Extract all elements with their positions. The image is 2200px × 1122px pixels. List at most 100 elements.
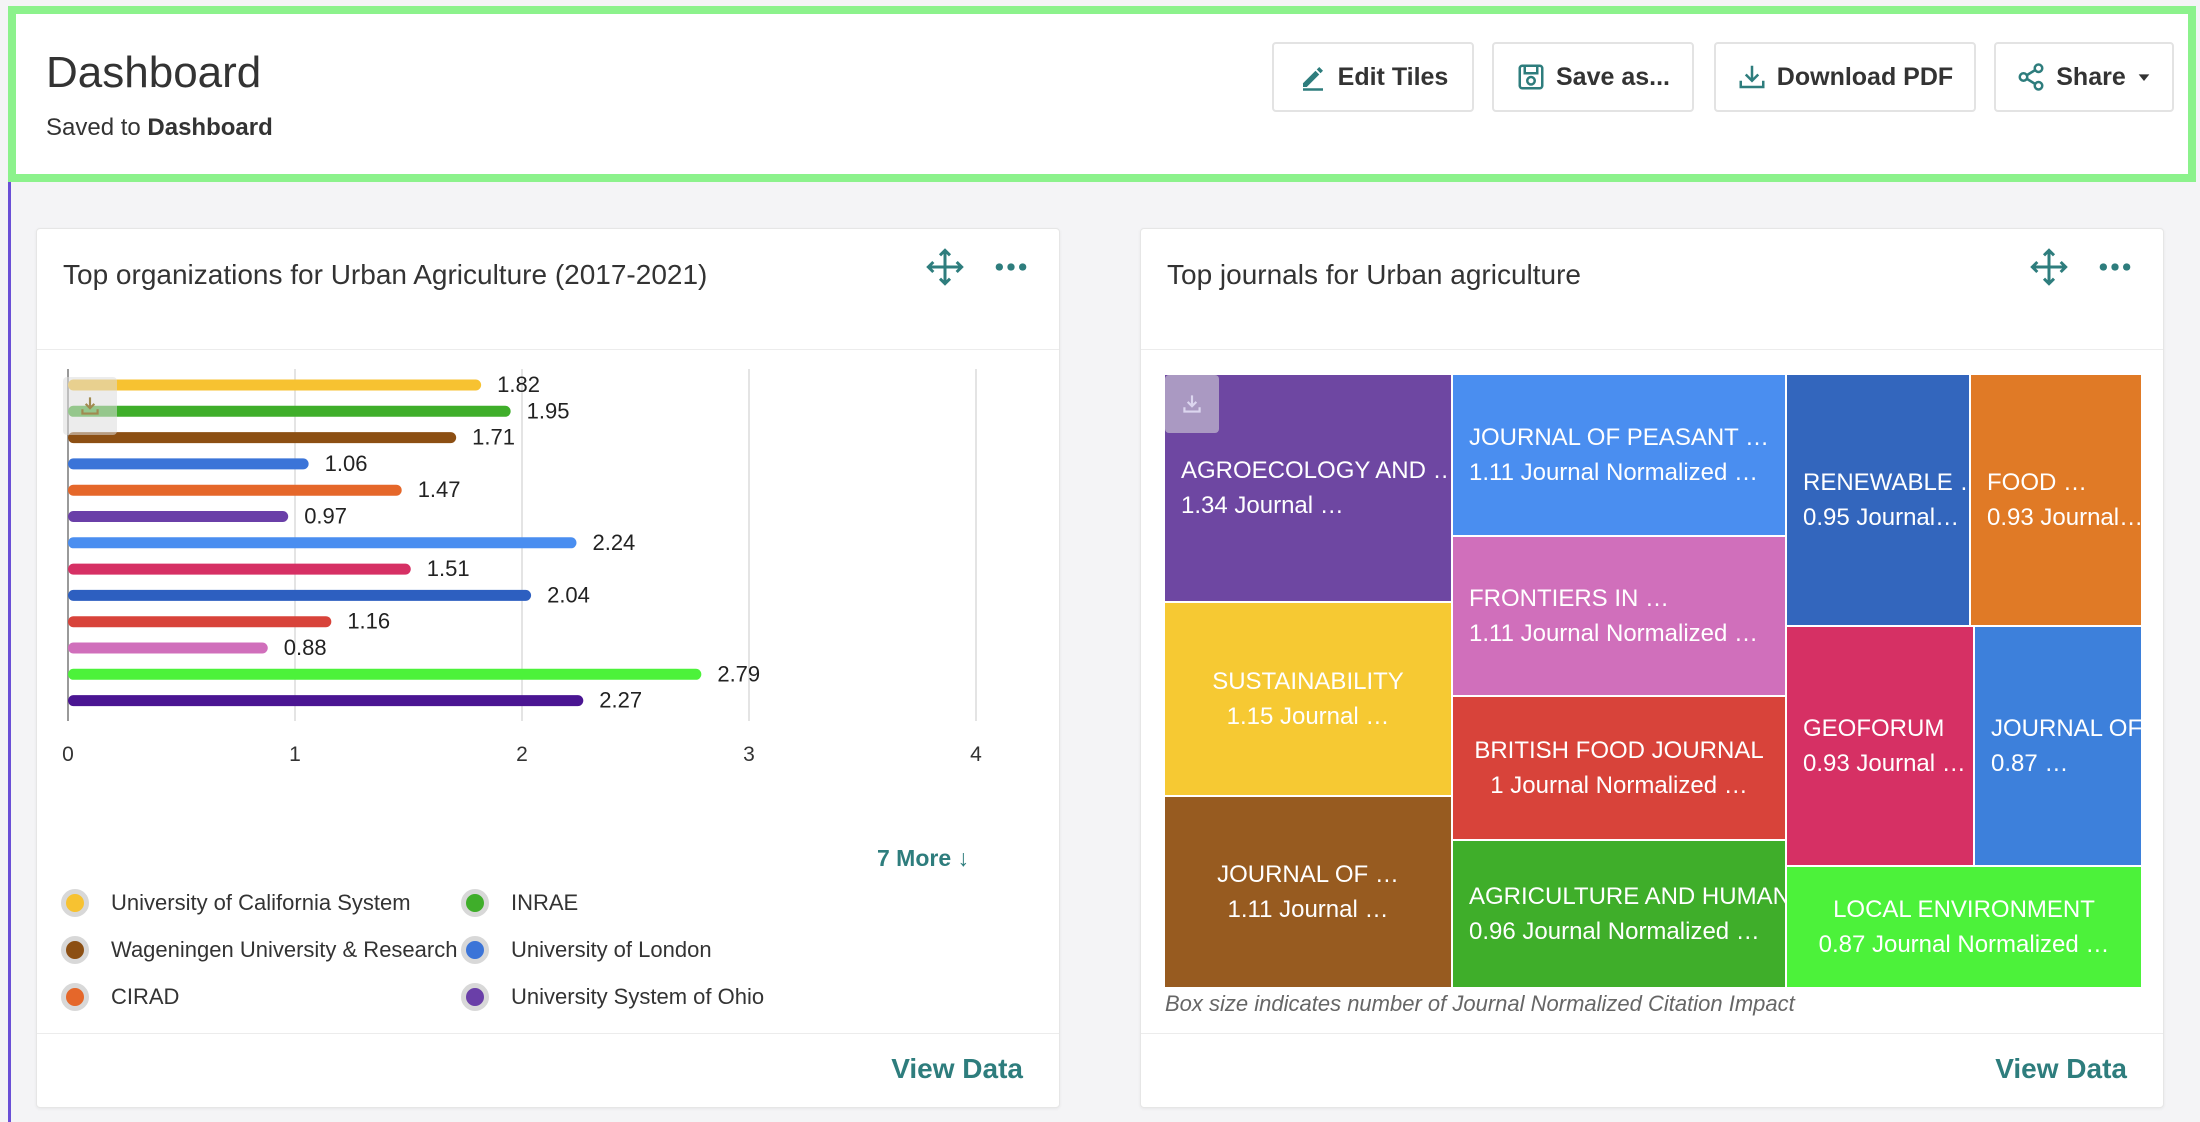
bar-value-label: 1.71 — [472, 425, 515, 450]
tile-value: 0.95 Journal… — [1803, 504, 1960, 531]
bar-chart: 0 1 2 3 4 1.821.95 1.71 1.06 1.47 0.97 2.24 1.51 2.0… — [62, 369, 982, 766]
more-options-icon[interactable] — [2095, 247, 2135, 287]
bar-value-label: 2.24 — [592, 530, 635, 555]
tile-value: 0.96 Journal Normalized … — [1469, 918, 1760, 945]
legend-label: CIRAD — [111, 984, 180, 1009]
legend-item[interactable]: INRAE — [461, 889, 578, 917]
page-left-border — [8, 182, 11, 1122]
tile-journal-name: RENEWABLE … — [1803, 469, 1969, 496]
card-footer-divider — [37, 1033, 1059, 1034]
bar-value-label: 2.04 — [547, 582, 590, 607]
edit-tiles-button[interactable]: Edit Tiles — [1272, 42, 1474, 112]
view-data-button[interactable]: View Data — [1995, 1053, 2127, 1085]
bar — [68, 405, 511, 417]
bar — [68, 484, 402, 496]
saved-location: Saved to Dashboard — [46, 114, 273, 142]
treemap-note: Box size indicates number of Journal Nor… — [1165, 991, 1795, 1016]
save-as-label: Save as... — [1556, 62, 1670, 91]
bar — [68, 589, 532, 601]
legend-label: University of California System — [111, 890, 411, 915]
organizations-card: Top organizations for Urban Agriculture … — [36, 228, 1060, 1108]
bar-value-label: 1.51 — [427, 556, 470, 581]
treemap-tile[interactable]: JOURNAL OF PEASANT … 1.11 Journal Normali… — [1453, 375, 1785, 535]
legend-swatch — [61, 983, 89, 1011]
card-tools — [925, 247, 1031, 287]
x-tick-label: 2 — [516, 743, 528, 766]
tile-journal-name: BRITISH FOOD JOURNAL — [1474, 737, 1764, 764]
tile-value: 0.93 Journal… — [1987, 504, 2141, 531]
bar-value-label: 0.97 — [304, 504, 347, 529]
bar — [68, 432, 457, 444]
legend-label: University System of Ohio — [511, 984, 765, 1009]
x-tick-label: 3 — [743, 743, 755, 766]
treemap-tile[interactable]: FOOD … 0.93 Journal… — [1971, 375, 2141, 625]
legend-swatch — [461, 889, 489, 917]
treemap-tile[interactable]: AGRICULTURE AND HUMAN… 0.96 Journal Norma… — [1453, 841, 1785, 987]
tile-journal-name: JOURNAL OF … — [1217, 861, 1399, 888]
organizations-card-title: Top organizations for Urban Agriculture … — [63, 259, 708, 290]
journals-card-title: Top journals for Urban agriculture — [1167, 259, 1581, 290]
journals-card: Top journals for Urban agriculture AGROE… — [1140, 228, 2164, 1108]
treemap-tile[interactable]: GEOFORUM 0.93 Journal … — [1787, 627, 1973, 865]
legend-swatch — [61, 889, 89, 917]
tile-value: 1.11 Journal Normalized … — [1469, 459, 1759, 486]
tile-value: 0.87 Journal Normalized … — [1818, 931, 2110, 958]
legend-item[interactable]: CIRAD — [61, 983, 179, 1011]
chart-download-button[interactable] — [63, 377, 117, 435]
bar — [68, 616, 332, 628]
legend-item[interactable]: University of California System — [61, 889, 411, 917]
bar-value-label: 0.88 — [284, 635, 327, 660]
legend-item[interactable]: University System of Ohio — [461, 983, 764, 1011]
bar-value-label: 1.47 — [418, 477, 461, 502]
view-data-button[interactable]: View Data — [891, 1053, 1023, 1085]
legend-label: INRAE — [511, 890, 579, 915]
tile-value: 1 Journal Normalized … — [1490, 772, 1748, 799]
more-organizations-link[interactable]: 7 More ↓ — [877, 845, 969, 872]
page-title: Dashboard — [46, 48, 262, 97]
download-icon — [1739, 65, 1765, 89]
tile-journal-name: GEOFORUM — [1803, 715, 1945, 742]
x-tick-label: 1 — [289, 743, 301, 766]
treemap-tile[interactable]: RENEWABLE … 0.95 Journal… — [1787, 375, 1969, 625]
bar-value-label: 1.82 — [497, 372, 540, 397]
legend-item[interactable]: University of London — [461, 936, 712, 964]
save-as-button[interactable]: Save as... — [1492, 42, 1694, 112]
legend-swatch — [61, 936, 89, 964]
move-icon[interactable] — [2029, 247, 2069, 287]
bar-value-label: 1.16 — [347, 609, 390, 634]
move-icon[interactable] — [925, 247, 965, 287]
treemap-tile[interactable]: LOCAL ENVIRONMENT 0.87 Journal Normalized… — [1787, 867, 2141, 987]
share-button[interactable]: Share — [1994, 42, 2174, 112]
bar — [68, 379, 482, 391]
saved-prefix: Saved to — [46, 114, 148, 141]
tile-value: 1.15 Journal … — [1226, 703, 1390, 730]
share-label: Share — [2056, 62, 2126, 91]
journals-treemap: AGROECOLOGY AND … 1.34 Journal … JOURNAL O… — [1165, 375, 2141, 987]
bar — [68, 563, 411, 575]
card-tools — [2029, 247, 2135, 287]
edit-tiles-label: Edit Tiles — [1337, 62, 1449, 91]
tile-value: 1.34 Journal … — [1181, 492, 1344, 519]
treemap-tile[interactable]: SUSTAINABILITY 1.15 Journal … — [1165, 603, 1451, 795]
treemap-tile[interactable]: FRONTIERS IN … 1.11 Journal Normalized … — [1453, 537, 1785, 695]
more-link-label: 7 More — [877, 845, 952, 871]
more-options-icon[interactable] — [991, 247, 1031, 287]
arrow-down-icon: ↓ — [957, 845, 970, 871]
bar-value-label: 1.95 — [527, 398, 570, 423]
card-divider — [1141, 349, 2163, 350]
legend-swatch — [461, 983, 489, 1011]
treemap-tile[interactable]: BRITISH FOOD JOURNAL 1 Journal Normalized… — [1453, 697, 1785, 839]
treemap-tile[interactable]: JOURNAL OF… 0.87 … — [1975, 627, 2141, 865]
tile-value: 0.93 Journal … — [1803, 750, 1966, 777]
tile-journal-name: FRONTIERS IN … — [1469, 585, 1670, 612]
download-pdf-label: Download PDF — [1776, 62, 1954, 91]
bar — [68, 537, 577, 549]
treemap-download-button[interactable] — [1165, 375, 1219, 433]
bar — [68, 668, 702, 680]
tile-value: 1.11 Journal … — [1227, 896, 1389, 923]
bar — [68, 458, 309, 470]
treemap-tile[interactable]: JOURNAL OF … 1.11 Journal … — [1165, 797, 1451, 987]
legend-item[interactable]: Wageningen University & Research — [61, 936, 457, 964]
legend-label: Wageningen University & Research — [111, 937, 458, 962]
download-pdf-button[interactable]: Download PDF — [1714, 42, 1976, 112]
